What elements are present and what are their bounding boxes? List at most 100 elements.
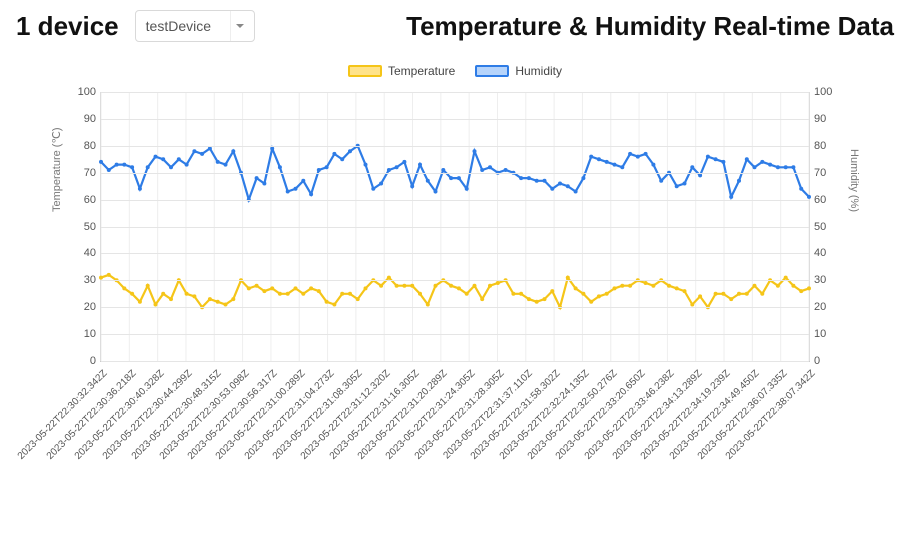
- data-point[interactable]: [760, 160, 764, 164]
- data-point[interactable]: [683, 289, 687, 293]
- data-point[interactable]: [130, 292, 134, 296]
- data-point[interactable]: [410, 284, 414, 288]
- data-point[interactable]: [402, 284, 406, 288]
- data-point[interactable]: [465, 187, 469, 191]
- data-point[interactable]: [799, 289, 803, 293]
- data-point[interactable]: [706, 155, 710, 159]
- data-point[interactable]: [185, 292, 189, 296]
- data-point[interactable]: [620, 284, 624, 288]
- data-point[interactable]: [379, 182, 383, 186]
- data-point[interactable]: [270, 147, 274, 151]
- data-point[interactable]: [753, 165, 757, 169]
- data-point[interactable]: [426, 179, 430, 183]
- data-point[interactable]: [301, 292, 305, 296]
- data-point[interactable]: [449, 176, 453, 180]
- data-point[interactable]: [698, 173, 702, 177]
- data-point[interactable]: [262, 289, 266, 293]
- data-point[interactable]: [99, 276, 103, 280]
- data-point[interactable]: [410, 184, 414, 188]
- data-point[interactable]: [115, 163, 119, 167]
- data-point[interactable]: [488, 284, 492, 288]
- legend-item-temperature[interactable]: Temperature: [348, 64, 455, 78]
- data-point[interactable]: [270, 286, 274, 290]
- data-point[interactable]: [644, 152, 648, 156]
- data-point[interactable]: [581, 176, 585, 180]
- data-point[interactable]: [597, 157, 601, 161]
- data-point[interactable]: [286, 190, 290, 194]
- data-point[interactable]: [208, 297, 212, 301]
- data-point[interactable]: [387, 168, 391, 172]
- data-point[interactable]: [721, 292, 725, 296]
- data-point[interactable]: [511, 292, 515, 296]
- data-point[interactable]: [317, 289, 321, 293]
- data-point[interactable]: [651, 163, 655, 167]
- data-point[interactable]: [434, 284, 438, 288]
- data-point[interactable]: [589, 300, 593, 304]
- data-point[interactable]: [200, 152, 204, 156]
- plot-area[interactable]: [100, 92, 810, 362]
- data-point[interactable]: [504, 168, 508, 172]
- data-point[interactable]: [535, 300, 539, 304]
- data-point[interactable]: [683, 182, 687, 186]
- data-point[interactable]: [791, 165, 795, 169]
- data-point[interactable]: [255, 176, 259, 180]
- data-point[interactable]: [364, 163, 368, 167]
- data-point[interactable]: [325, 165, 329, 169]
- data-point[interactable]: [138, 300, 142, 304]
- data-point[interactable]: [395, 165, 399, 169]
- data-point[interactable]: [473, 149, 477, 153]
- data-point[interactable]: [550, 187, 554, 191]
- data-point[interactable]: [154, 155, 158, 159]
- data-point[interactable]: [675, 184, 679, 188]
- data-point[interactable]: [737, 179, 741, 183]
- data-point[interactable]: [745, 292, 749, 296]
- data-point[interactable]: [161, 157, 165, 161]
- data-point[interactable]: [441, 168, 445, 172]
- data-point[interactable]: [154, 303, 158, 307]
- data-point[interactable]: [519, 292, 523, 296]
- data-point[interactable]: [255, 284, 259, 288]
- data-point[interactable]: [434, 190, 438, 194]
- data-point[interactable]: [309, 192, 313, 196]
- data-point[interactable]: [122, 163, 126, 167]
- data-point[interactable]: [760, 292, 764, 296]
- data-point[interactable]: [309, 286, 313, 290]
- data-point[interactable]: [543, 297, 547, 301]
- data-point[interactable]: [208, 147, 212, 151]
- data-point[interactable]: [99, 160, 103, 164]
- data-point[interactable]: [753, 284, 757, 288]
- data-point[interactable]: [566, 276, 570, 280]
- data-point[interactable]: [278, 165, 282, 169]
- data-point[interactable]: [332, 303, 336, 307]
- data-point[interactable]: [745, 157, 749, 161]
- data-point[interactable]: [721, 160, 725, 164]
- data-point[interactable]: [566, 184, 570, 188]
- data-point[interactable]: [729, 297, 733, 301]
- data-point[interactable]: [224, 303, 228, 307]
- data-point[interactable]: [231, 149, 235, 153]
- data-point[interactable]: [714, 292, 718, 296]
- data-point[interactable]: [262, 182, 266, 186]
- data-point[interactable]: [613, 286, 617, 290]
- data-point[interactable]: [659, 179, 663, 183]
- data-point[interactable]: [535, 179, 539, 183]
- data-point[interactable]: [737, 292, 741, 296]
- data-point[interactable]: [325, 300, 329, 304]
- data-point[interactable]: [605, 292, 609, 296]
- data-point[interactable]: [574, 286, 578, 290]
- data-point[interactable]: [690, 165, 694, 169]
- data-point[interactable]: [784, 165, 788, 169]
- data-point[interactable]: [138, 187, 142, 191]
- data-point[interactable]: [122, 286, 126, 290]
- data-point[interactable]: [364, 286, 368, 290]
- data-point[interactable]: [146, 284, 150, 288]
- device-selector[interactable]: testDevice: [135, 10, 255, 42]
- data-point[interactable]: [519, 176, 523, 180]
- data-point[interactable]: [224, 163, 228, 167]
- data-point[interactable]: [317, 168, 321, 172]
- data-point[interactable]: [714, 157, 718, 161]
- data-point[interactable]: [784, 276, 788, 280]
- data-point[interactable]: [449, 284, 453, 288]
- data-point[interactable]: [107, 273, 111, 277]
- data-point[interactable]: [348, 149, 352, 153]
